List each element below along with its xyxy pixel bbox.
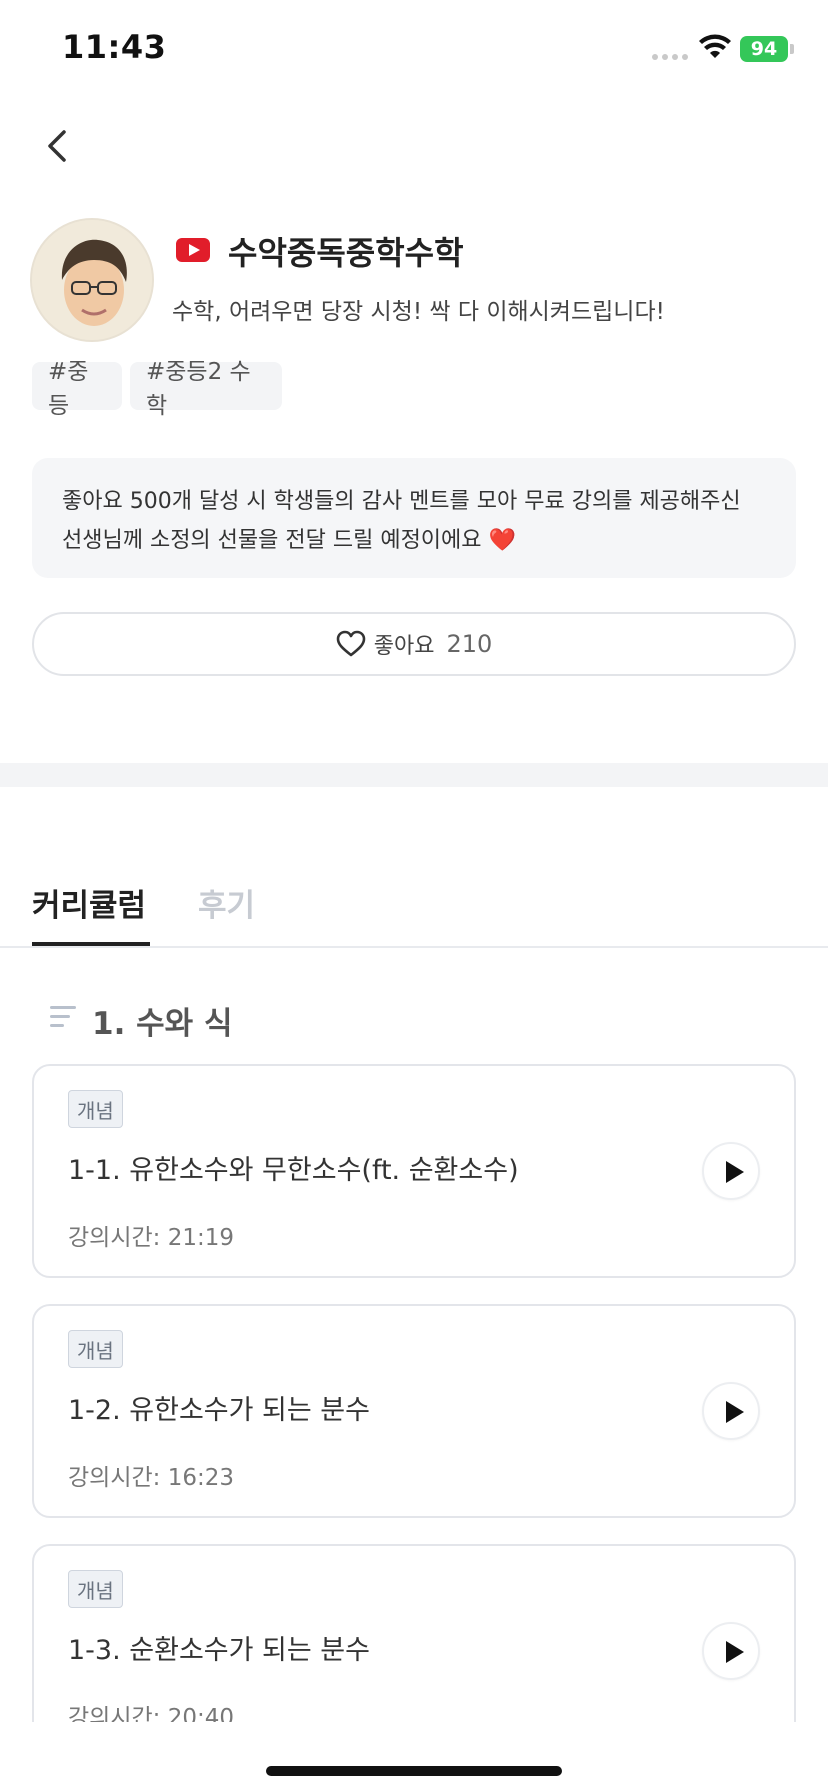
list-icon <box>50 1004 76 1030</box>
notice-text: 좋아요 500개 달성 시 학생들의 감사 멘트를 모아 무료 강의를 제공해주… <box>62 489 741 553</box>
play-icon[interactable] <box>702 1622 760 1680</box>
tag-middle-2-math[interactable]: #중등2 수학 <box>130 359 282 419</box>
channel-name: 수악중독중학수학 <box>228 234 464 272</box>
status-bar: 11:43 94 <box>0 0 828 96</box>
lecture-duration: 강의시간: 16:23 <box>68 1465 234 1491</box>
lecture-duration: 강의시간: 21:19 <box>68 1225 234 1251</box>
back-chevron-icon[interactable] <box>38 124 78 168</box>
play-icon[interactable] <box>702 1382 760 1440</box>
lecture-card[interactable]: 개념 1-1. 유한소수와 무한소수(ft. 순환소수) 강의시간: 21:19 <box>32 1064 796 1278</box>
tag-middle-school[interactable]: #중등 <box>32 359 122 419</box>
section-divider <box>0 763 828 787</box>
lecture-title: 1-2. 유한소수가 되는 분수 <box>68 1395 370 1426</box>
heart-outline-icon <box>336 630 366 657</box>
battery-tip <box>790 44 794 54</box>
tab-reviews[interactable]: 후기 <box>198 880 255 925</box>
battery-level: 94 <box>750 38 778 60</box>
bottom-safe-area <box>0 1722 828 1792</box>
tabs-divider <box>0 946 828 948</box>
wifi-icon <box>699 34 731 58</box>
youtube-icon <box>176 238 210 262</box>
heart-emoji-icon: ❤️ <box>488 528 516 553</box>
chapter-title: 1. 수와 식 <box>92 1006 233 1042</box>
tab-curriculum[interactable]: 커리큘럼 <box>32 880 146 925</box>
like-count: 210 <box>446 630 493 658</box>
lecture-title: 1-1. 유한소수와 무한소수(ft. 순환소수) <box>68 1155 519 1186</box>
lecture-type-badge: 개념 <box>68 1090 123 1128</box>
lecture-type-badge: 개념 <box>68 1570 123 1608</box>
lecture-card[interactable]: 개념 1-2. 유한소수가 되는 분수 강의시간: 16:23 <box>32 1304 796 1518</box>
lecture-type-badge: 개념 <box>68 1330 123 1368</box>
home-indicator[interactable] <box>266 1766 562 1776</box>
play-icon[interactable] <box>702 1142 760 1200</box>
battery-icon: 94 <box>740 36 788 62</box>
channel-description: 수학, 어려우면 당장 시청! 싹 다 이해시켜드립니다! <box>172 299 665 325</box>
status-time: 11:43 <box>62 28 167 66</box>
notice-box: 좋아요 500개 달성 시 학생들의 감사 멘트를 모아 무료 강의를 제공해주… <box>32 458 796 578</box>
lecture-title: 1-3. 순환소수가 되는 분수 <box>68 1635 370 1666</box>
cellular-signal-icon <box>652 54 688 60</box>
like-button[interactable]: 좋아요 210 <box>32 612 796 676</box>
teacher-avatar <box>30 218 154 342</box>
like-label: 좋아요 <box>373 634 435 659</box>
lecture-card[interactable]: 개념 1-3. 순환소수가 되는 분수 강의시간: 20:40 <box>32 1544 796 1744</box>
